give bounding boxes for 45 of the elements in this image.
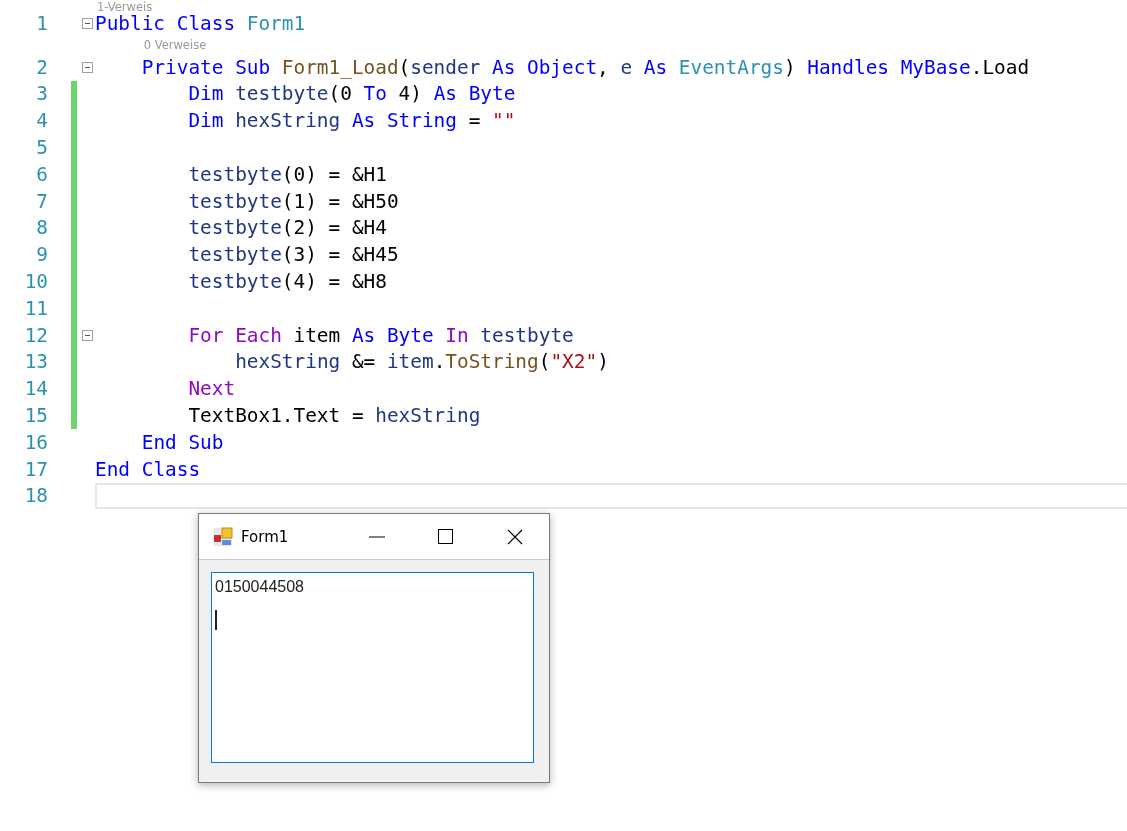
text-caret [215,610,217,630]
code-line: For Each item As Byte In testbyte [188,323,574,347]
reference-count[interactable]: 1-Verweis [97,0,1127,14]
app-icon [213,526,233,547]
maximize-icon [438,529,453,544]
line-number: 9 [35,243,48,267]
window-title: Form1 [241,527,290,546]
line-number: 10 [23,270,48,294]
code-line: testbyte(0) = &H1 [188,162,387,186]
line-number: 17 [23,457,48,481]
line-number: 18 [23,484,48,508]
code-line: testbyte(3) = &H45 [188,243,399,267]
code-line: End Class [95,457,201,481]
line-number: 7 [35,189,48,213]
line-number: 3 [35,82,48,106]
line-number: 11 [23,296,48,320]
code-line: Next [188,377,236,401]
code-line: End Sub [141,430,224,454]
code-line: Dim testbyte(0 To 4) As Byte [188,82,516,106]
code-line: hexString &= item.ToString("X2") [235,350,609,374]
code-line: TextBox1.Text = hexString [188,404,481,428]
collapse-icon[interactable] [82,17,93,29]
line-number: 16 [23,430,48,454]
line-number: 15 [23,404,48,428]
code-line: testbyte(2) = &H4 [188,216,387,240]
line-number: 13 [23,350,48,374]
line-number: 5 [35,136,48,160]
code-line: testbyte(4) = &H8 [188,270,387,294]
line-number: 14 [23,377,48,401]
line-number: 1 [35,11,48,35]
close-icon [506,528,523,545]
collapse-icon[interactable] [82,329,93,341]
line-number: 12 [23,323,48,347]
code-line: testbyte(1) = &H50 [188,189,399,213]
line-number: 4 [35,109,48,133]
code-line: Public Class Form1 [95,11,306,35]
line-number: 2 [35,55,48,79]
reference-count[interactable]: 0 Verweise [97,38,1127,53]
collapse-icon[interactable] [82,61,93,73]
text-box[interactable]: 0150044508 [211,572,534,763]
line-number: 8 [35,216,48,240]
line-number: 6 [35,162,48,186]
minimize-icon [368,535,385,538]
code-line: Private Sub Form1_Load(sender As Object, e As EventArgs) Handles MyBase.Load [141,55,1030,79]
code-line: Dim hexString As String = "" [188,109,516,133]
